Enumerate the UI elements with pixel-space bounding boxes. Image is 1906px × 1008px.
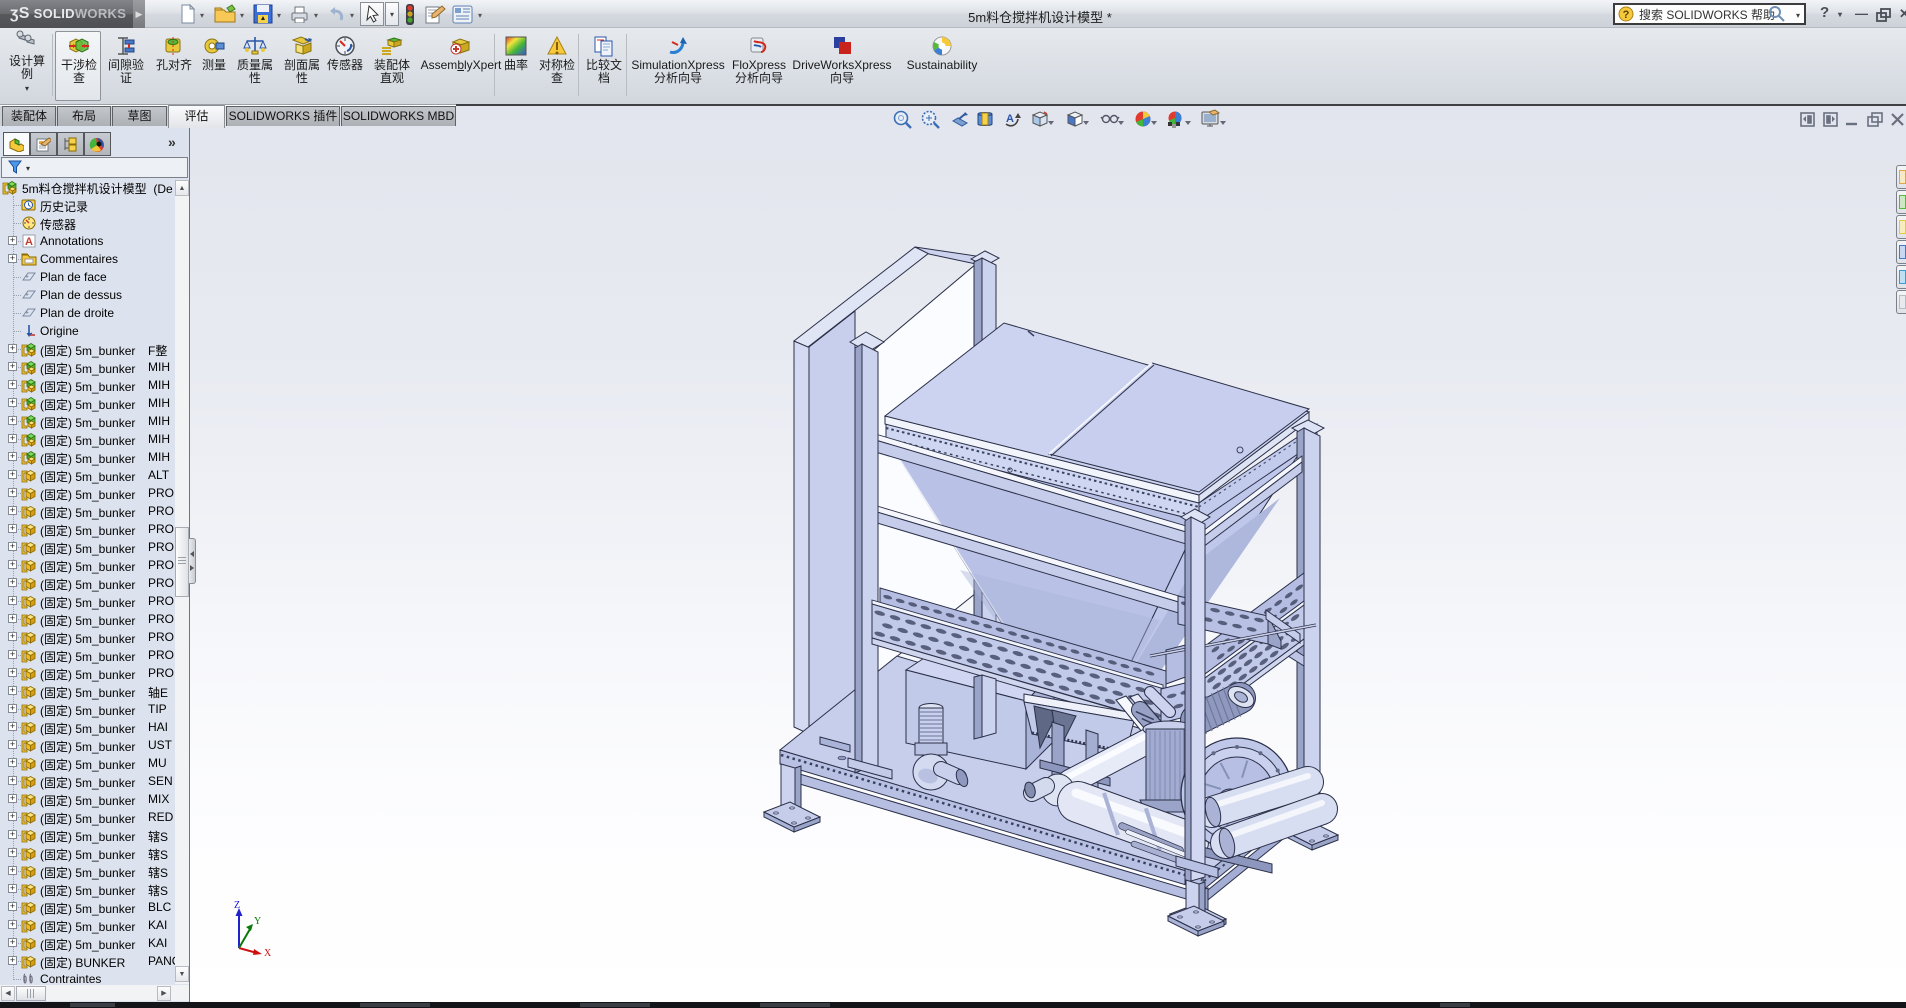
- svg-text:Y: Y: [254, 916, 261, 927]
- svg-text:?: ?: [1623, 9, 1630, 21]
- svg-text:X: X: [264, 948, 272, 959]
- svg-text:A: A: [1006, 113, 1014, 125]
- svg-text:A: A: [25, 236, 33, 248]
